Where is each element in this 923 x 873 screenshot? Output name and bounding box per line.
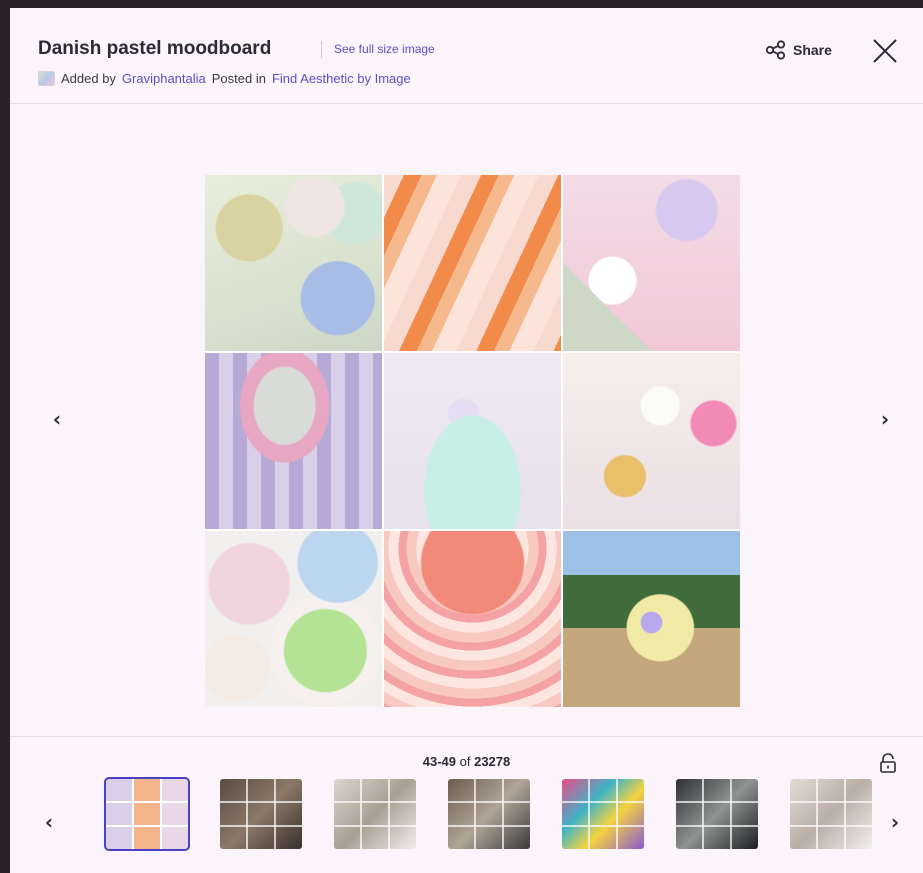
main-image [205, 175, 740, 707]
thumbnail-item[interactable] [448, 779, 530, 849]
thumbnails-prev-button[interactable]: ‹ [36, 809, 62, 835]
moodboard-tile [384, 175, 561, 351]
moodboard-tile [205, 353, 382, 529]
post-meta: Added by Graviphantalia Posted in Find A… [38, 71, 411, 86]
posted-in-label: Posted in [211, 71, 266, 86]
moodboard-tile [563, 531, 740, 707]
page-title: Danish pastel moodboard [38, 38, 272, 59]
moodboard-tile [563, 353, 740, 529]
chevron-left-icon: ‹ [44, 810, 54, 834]
title-divider [321, 41, 322, 58]
next-image-button[interactable]: › [872, 406, 898, 432]
thumbnail-item[interactable] [676, 779, 758, 849]
author-link[interactable]: Graviphantalia [122, 71, 206, 86]
share-label: Share [793, 42, 832, 58]
image-total: 23278 [474, 754, 511, 769]
moodboard-tile [384, 353, 561, 529]
unlock-icon[interactable] [879, 753, 897, 773]
thumbnail-item[interactable] [334, 779, 416, 849]
share-icon [765, 40, 786, 60]
thumbnail-list [104, 777, 872, 851]
modal-header: Danish pastel moodboard See full size im… [10, 8, 923, 104]
close-icon[interactable] [870, 36, 900, 66]
thumbnail-item[interactable] [790, 779, 872, 849]
added-by-label: Added by [61, 71, 116, 86]
share-button[interactable]: Share [765, 40, 832, 60]
thumbnail-item[interactable] [220, 779, 302, 849]
chevron-right-icon: › [880, 407, 890, 431]
post-thumbnail-icon [38, 71, 55, 86]
moodboard-tile [384, 531, 561, 707]
collection-link[interactable]: Find Aesthetic by Image [272, 71, 411, 86]
image-counter: 43-49 of 23278 [10, 754, 923, 769]
previous-image-button[interactable]: ‹ [44, 406, 70, 432]
thumbnail-item[interactable] [104, 777, 190, 851]
thumbnails-next-button[interactable]: › [882, 809, 908, 835]
image-modal: Danish pastel moodboard See full size im… [10, 8, 923, 873]
chevron-right-icon: › [890, 810, 900, 834]
see-full-size-link[interactable]: See full size image [334, 42, 435, 56]
moodboard-tile [563, 175, 740, 351]
of-label: of [459, 754, 471, 769]
moodboard-tile [205, 531, 382, 707]
image-range: 43-49 [422, 754, 456, 769]
moodboard-tile [205, 175, 382, 351]
thumbnail-item[interactable] [562, 779, 644, 849]
chevron-left-icon: ‹ [52, 407, 62, 431]
thumbnail-strip: 43-49 of 23278 ‹ › [10, 736, 923, 873]
